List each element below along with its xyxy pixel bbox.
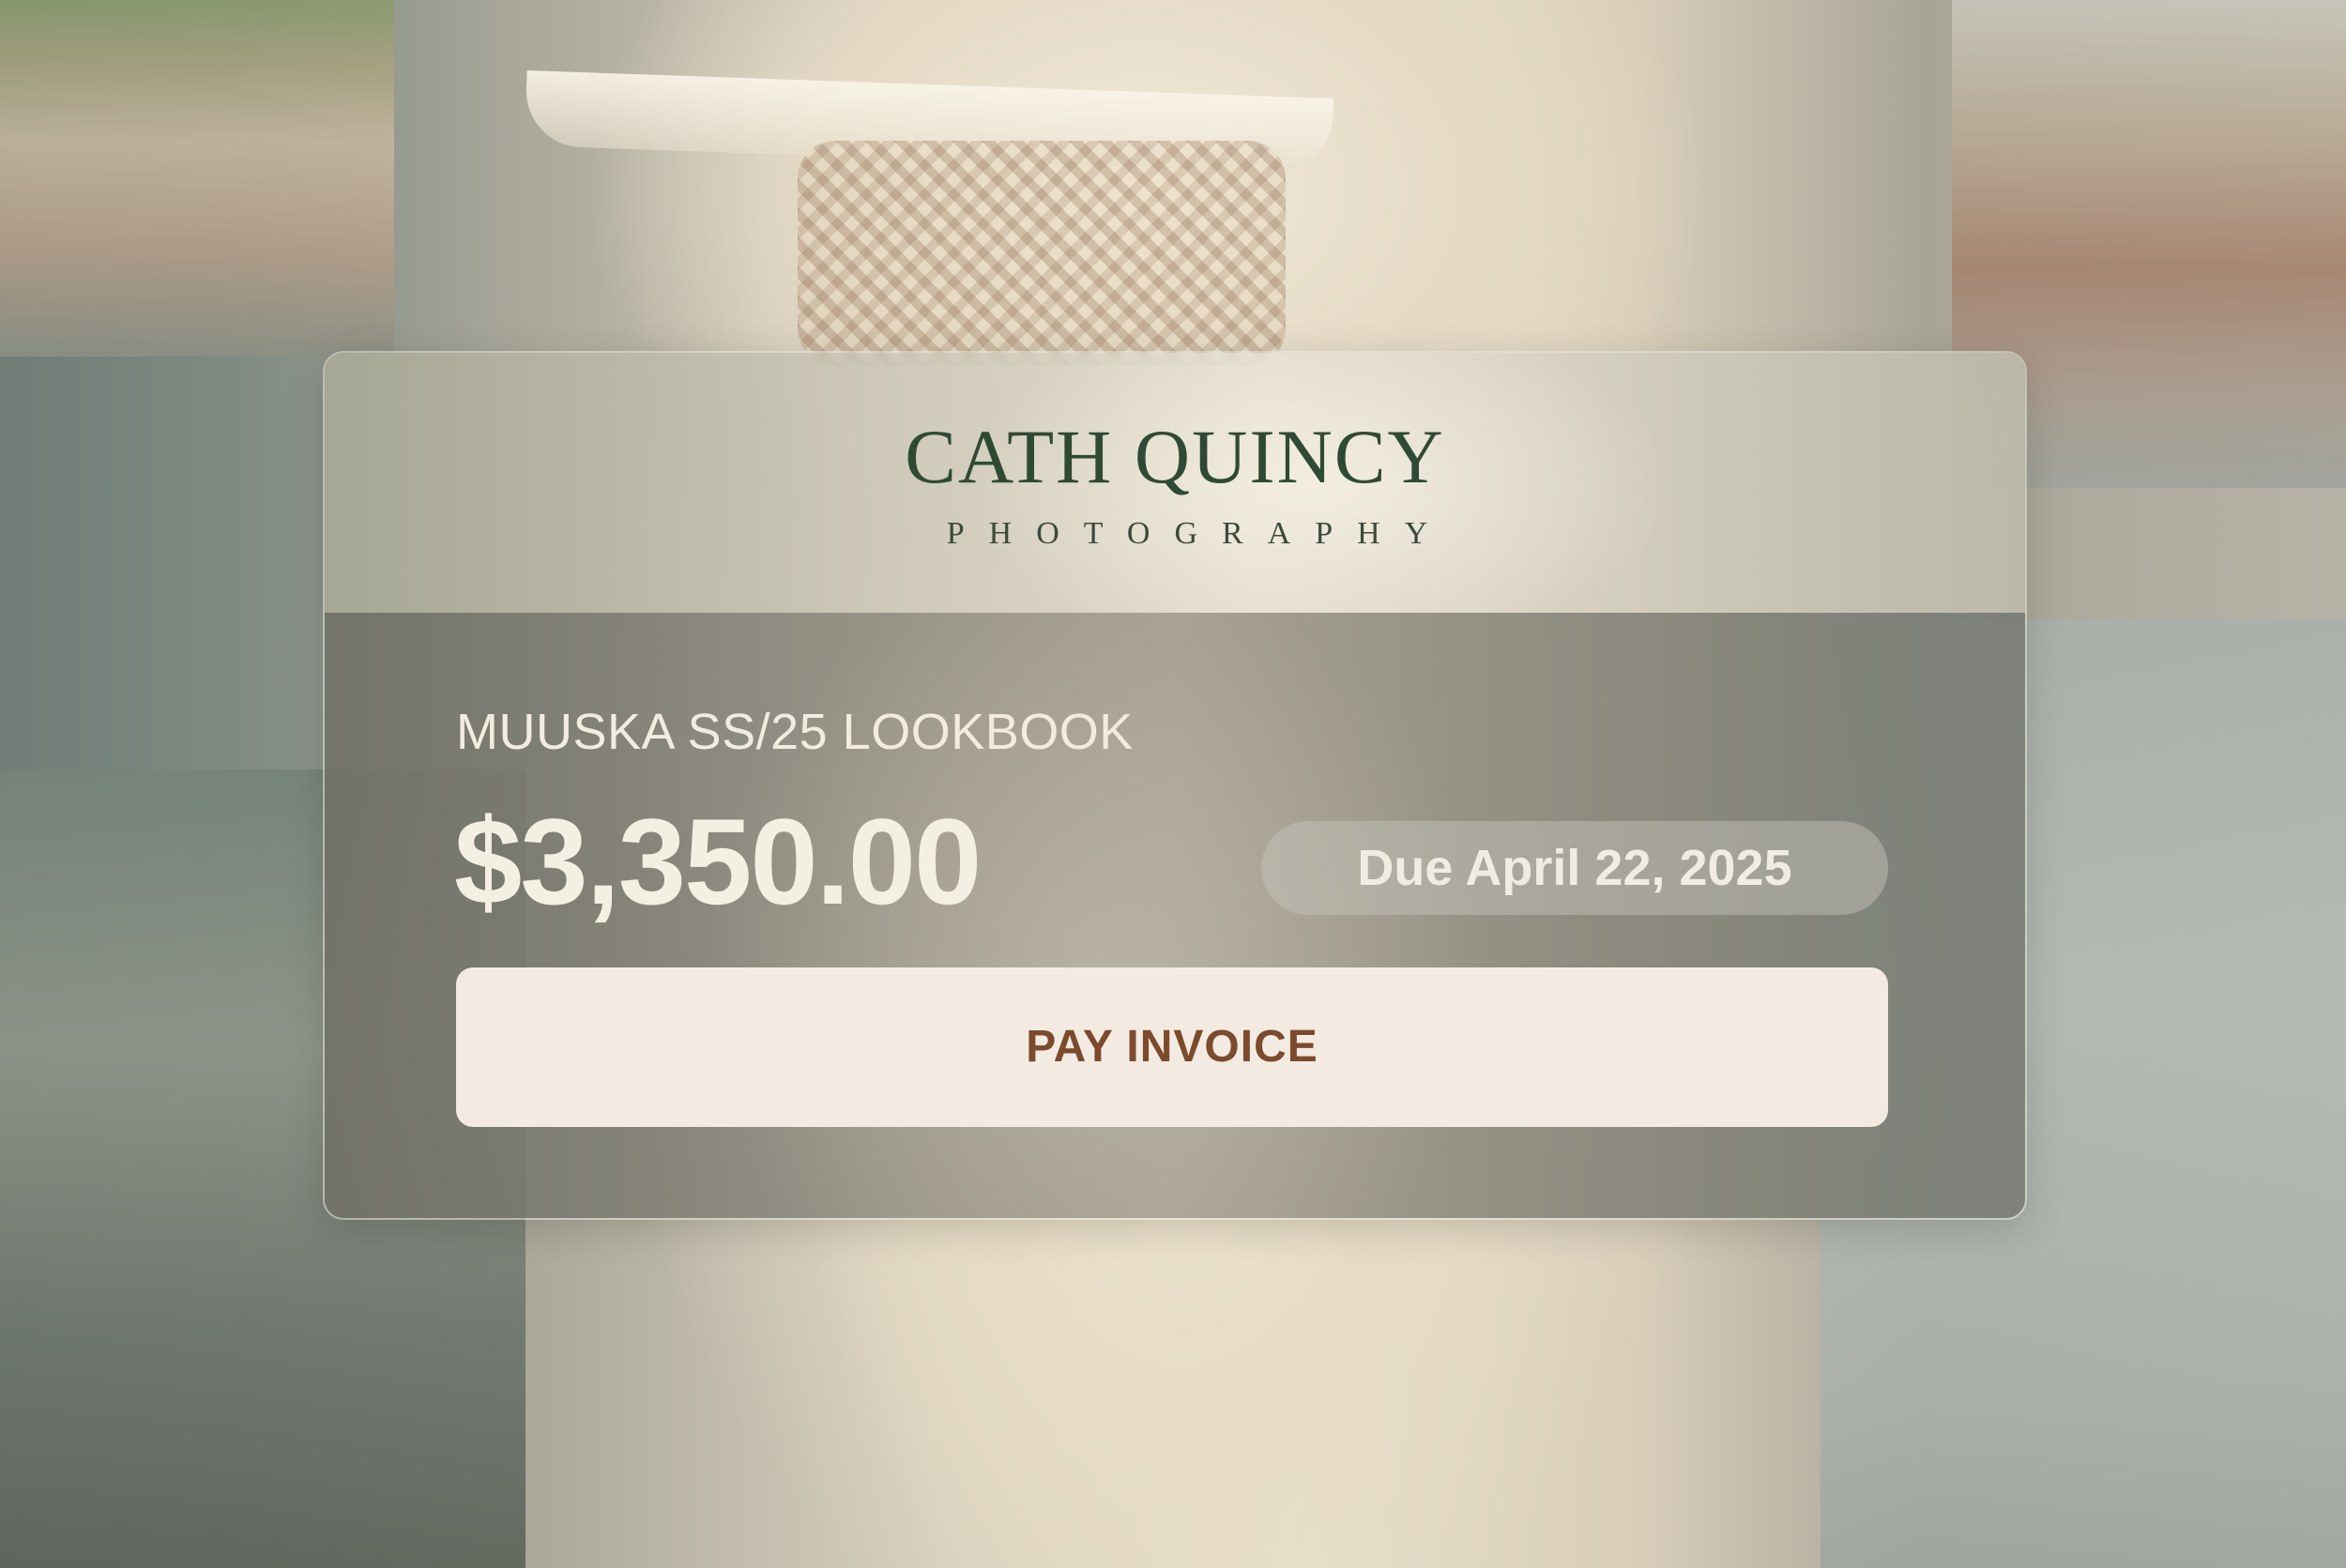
due-date-badge: Due April 22, 2025 xyxy=(1261,821,1888,915)
invoice-card-body: MUUSKA SS/25 LOOKBOOK $3,350.00 Due Apri… xyxy=(325,613,2025,1218)
pay-invoice-label: PAY INVOICE xyxy=(1026,1022,1318,1072)
due-date-label: Due April 22, 2025 xyxy=(1357,840,1792,896)
background-ruins-left xyxy=(0,0,394,357)
brand-logo-name: CATH QUINCY xyxy=(905,414,1445,499)
pay-invoice-button[interactable]: PAY INVOICE xyxy=(456,967,1888,1127)
invoice-amount: $3,350.00 xyxy=(454,793,982,930)
project-title: MUUSKA SS/25 LOOKBOOK xyxy=(456,704,1134,760)
invoice-card: CATH QUINCY PHOTOGRAPHY MUUSKA SS/25 LOO… xyxy=(323,351,2027,1220)
invoice-screen: CATH QUINCY PHOTOGRAPHY MUUSKA SS/25 LOO… xyxy=(0,0,2346,1568)
invoice-card-header: CATH QUINCY PHOTOGRAPHY xyxy=(325,353,2025,613)
background-lace-detail xyxy=(798,141,1286,366)
brand-logo-tagline: PHOTOGRAPHY xyxy=(946,516,1453,551)
